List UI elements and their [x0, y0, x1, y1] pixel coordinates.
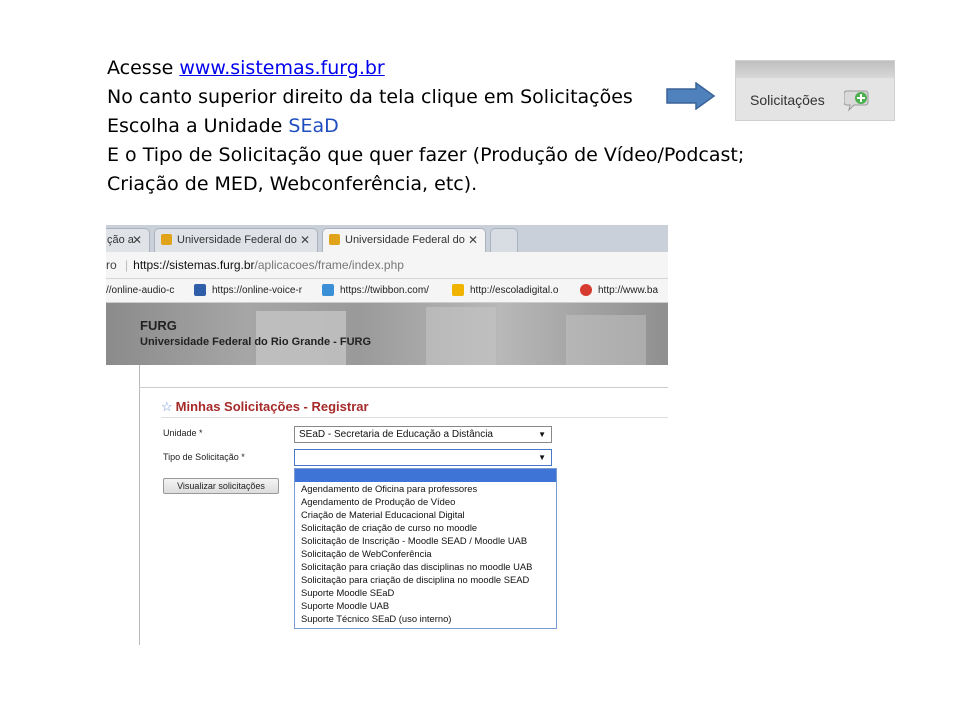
- unidade-selected-value: SEaD - Secretaria de Educação a Distânci…: [299, 429, 493, 440]
- star-icon[interactable]: ☆: [161, 399, 173, 414]
- instruction-text: Acesse www.sistemas.furg.br No canto sup…: [107, 54, 744, 199]
- dropdown-option[interactable]: Suporte Moodle SEaD: [295, 586, 556, 599]
- inset-header-strip: [736, 61, 894, 78]
- instruction-prefix: Escolha a Unidade: [107, 115, 289, 137]
- tab-label: Universidade Federal do: [345, 234, 465, 246]
- visualizar-solicitacoes-button[interactable]: Visualizar solicitações: [163, 478, 279, 494]
- right-arrow-icon: [666, 82, 716, 110]
- solicitacoes-inset: Solicitações: [735, 60, 895, 121]
- tab-label: Universidade Federal do: [177, 234, 297, 246]
- bookmark-label: http://www.ba: [598, 285, 659, 296]
- bookmark-item[interactable]: https://online-voice-r: [194, 279, 302, 302]
- address-prefix: ro: [106, 258, 117, 272]
- address-divider: |: [125, 258, 129, 272]
- instruction-line-5: Criação de MED, Webconferência, etc).: [107, 173, 478, 195]
- dropdown-caret-icon: ▼: [538, 453, 546, 462]
- address-bar[interactable]: ro | https://sistemas.furg.br/aplicacoes/…: [106, 252, 668, 279]
- url-host: https://sistemas.furg.br: [133, 258, 255, 272]
- instruction-line-2: No canto superior direito da tela clique…: [107, 86, 633, 108]
- tab-label: ção a: [107, 234, 134, 246]
- instruction-prefix: Acesse: [107, 57, 180, 79]
- dropdown-highlighted-blank-option[interactable]: [295, 469, 556, 482]
- dropdown-caret-icon: ▼: [538, 430, 546, 439]
- dropdown-option[interactable]: Suporte Técnico SEaD (uso interno): [295, 612, 556, 625]
- dropdown-option[interactable]: Suporte Moodle UAB: [295, 599, 556, 612]
- page-title-text: Minhas Solicitações - Registrar: [175, 399, 369, 414]
- tab-2[interactable]: Universidade Federal do ✕: [154, 228, 318, 252]
- bookmark-item[interactable]: http://www.ba: [580, 279, 658, 302]
- bookmark-favicon-icon: [452, 284, 464, 296]
- tab-1[interactable]: ção a ✕: [106, 228, 150, 252]
- solicitacoes-label[interactable]: Solicitações: [750, 92, 825, 108]
- unidade-label: Unidade *: [163, 428, 203, 438]
- tab-bar: ção a ✕ Universidade Federal do ✕ Univer…: [106, 225, 668, 252]
- bookmark-label: http://escoladigital.o: [470, 285, 559, 296]
- furg-favicon-icon: [161, 234, 172, 245]
- content-left-border: [139, 365, 140, 645]
- bookmark-favicon-icon: [580, 284, 592, 296]
- furg-favicon-icon: [329, 234, 340, 245]
- speech-bubble-plus-icon[interactable]: [844, 88, 870, 112]
- bookmark-item[interactable]: https://twibbon.com/: [322, 279, 429, 302]
- close-icon[interactable]: ✕: [132, 229, 142, 252]
- instruction-line-1: Acesse www.sistemas.furg.br: [107, 54, 744, 83]
- dropdown-option[interactable]: Solicitação para criação de disciplina n…: [295, 573, 556, 586]
- banner-title: FURG: [140, 318, 177, 333]
- banner-subtitle: Universidade Federal do Rio Grande - FUR…: [140, 336, 372, 348]
- sistemas-link[interactable]: www.sistemas.furg.br: [179, 57, 384, 79]
- bookmark-label: //online-audio-c: [106, 285, 175, 296]
- dropdown-option[interactable]: Agendamento de Oficina para professores: [295, 482, 556, 495]
- browser-screenshot: ção a ✕ Universidade Federal do ✕ Univer…: [106, 225, 668, 645]
- instruction-line-3: Escolha a Unidade SEaD: [107, 112, 744, 141]
- url-path: /aplicacoes/frame/index.php: [254, 258, 404, 272]
- banner-building: [426, 307, 496, 365]
- bookmark-favicon-icon: [322, 284, 334, 296]
- close-icon[interactable]: ✕: [468, 229, 478, 252]
- new-tab-button[interactable]: [490, 228, 518, 252]
- bookmark-label: https://twibbon.com/: [340, 285, 429, 296]
- dropdown-option[interactable]: Solicitação para criação das disciplinas…: [295, 560, 556, 573]
- tipo-solicitacao-label: Tipo de Solicitação *: [163, 452, 245, 462]
- bookmark-item[interactable]: //online-audio-c: [106, 279, 174, 302]
- tipo-solicitacao-select[interactable]: ▼: [294, 449, 552, 466]
- dropdown-option[interactable]: Solicitação de WebConferência: [295, 547, 556, 560]
- dropdown-option[interactable]: Criação de Material Educacional Digital: [295, 508, 556, 521]
- bookmark-label: https://online-voice-r: [212, 285, 303, 296]
- dropdown-option[interactable]: Solicitação de Inscrição - Moodle SEAD /…: [295, 534, 556, 547]
- close-icon[interactable]: ✕: [300, 229, 310, 252]
- sead-highlight: SEaD: [288, 115, 339, 137]
- bookmark-item[interactable]: http://escoladigital.o: [452, 279, 558, 302]
- content-top-separator: [139, 387, 668, 388]
- page-title: ☆ Minhas Solicitações - Registrar: [161, 399, 369, 415]
- title-separator: [161, 417, 668, 418]
- tab-3-active[interactable]: Universidade Federal do ✕: [322, 228, 486, 252]
- banner-building: [566, 315, 646, 365]
- instruction-line-4: E o Tipo de Solicitação que quer fazer (…: [107, 144, 745, 166]
- furg-banner: FURG Universidade Federal do Rio Grande …: [106, 303, 668, 365]
- bookmarks-bar: //online-audio-c https://online-voice-r …: [106, 279, 668, 303]
- unidade-select[interactable]: SEaD - Secretaria de Educação a Distânci…: [294, 426, 552, 443]
- tipo-solicitacao-dropdown-list: Agendamento de Oficina para professores …: [294, 468, 557, 629]
- dropdown-option[interactable]: Agendamento de Produção de Vídeo: [295, 495, 556, 508]
- bookmark-favicon-icon: [194, 284, 206, 296]
- dropdown-option[interactable]: Solicitação de criação de curso no moodl…: [295, 521, 556, 534]
